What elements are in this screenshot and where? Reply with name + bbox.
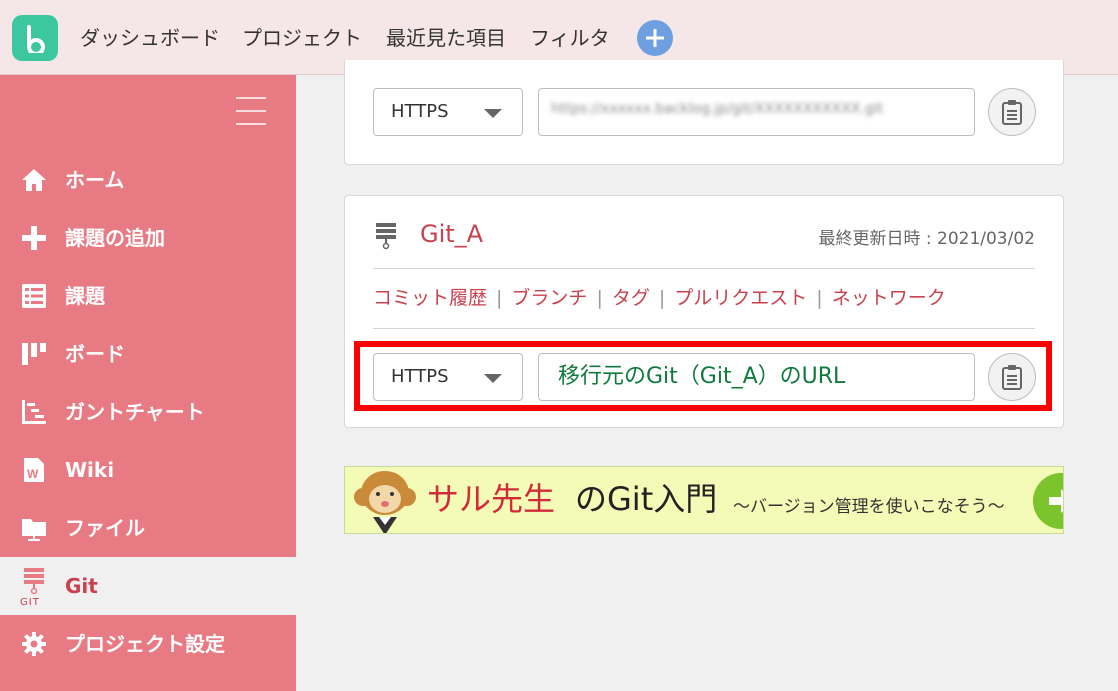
repo-card-top: HTTPS https://xxxxxx.backlog.jp/git/XXXX…: [344, 60, 1064, 165]
tag-link[interactable]: タグ: [612, 287, 650, 309]
sidebar-item-label: ボード: [65, 342, 125, 366]
separator: |: [596, 287, 603, 309]
banner-title: のGit入門: [575, 480, 718, 518]
arrow-right-icon[interactable]: [1033, 473, 1063, 529]
home-icon: [22, 169, 46, 191]
clone-url-field[interactable]: https://xxxxxx.backlog.jp/git/XXXXXXXXXX…: [538, 88, 975, 136]
repo-name-link[interactable]: Git_A: [420, 218, 483, 250]
arrow-glyph: [1049, 489, 1063, 513]
last-updated: 最終更新日時 : 2021/03/02: [818, 229, 1035, 249]
backlog-logo-icon[interactable]: [12, 15, 58, 61]
sidebar-item-wiki[interactable]: W Wiki: [0, 441, 296, 499]
sidebar-item-label: ガントチャート: [65, 400, 205, 424]
pull-request-link[interactable]: プルリクエスト: [674, 287, 807, 309]
add-button[interactable]: [637, 20, 673, 56]
folder-icon: [22, 519, 46, 541]
sidebar-item-gantt[interactable]: ガントチャート: [0, 383, 296, 441]
clone-url-blurred: https://xxxxxx.backlog.jp/git/XXXXXXXXXX…: [551, 101, 884, 117]
menu-toggle-icon[interactable]: [236, 97, 266, 125]
clipboard-icon: [1002, 100, 1022, 125]
sidebar-item-label: Wiki: [65, 458, 115, 482]
svg-text:W: W: [27, 467, 39, 481]
nav-project[interactable]: プロジェクト: [242, 25, 362, 51]
sidebar-item-label: Git: [65, 574, 98, 598]
sidebar-item-git[interactable]: GIT Git: [0, 557, 296, 615]
banner-title-red: サル先生: [427, 480, 556, 518]
network-link[interactable]: ネットワーク: [832, 287, 946, 309]
branch-link[interactable]: ブランチ: [511, 287, 587, 309]
git-tutorial-banner[interactable]: サル先生 のGit入門 〜バージョン管理を使いこなそう〜: [344, 466, 1064, 534]
chevron-down-icon: [484, 109, 502, 118]
sidebar-item-add-issue[interactable]: 課題の追加: [0, 209, 296, 267]
repo-icon: [376, 223, 396, 250]
sidebar-item-label: プロジェクト設定: [65, 632, 225, 656]
sidebar-item-label: 課題の追加: [65, 226, 165, 250]
git-sub-label: GIT: [20, 597, 40, 608]
nav-filter[interactable]: フィルタ: [530, 25, 610, 51]
plus-icon: [22, 226, 46, 250]
gantt-icon: [22, 400, 46, 424]
separator: |: [816, 287, 823, 309]
separator: |: [496, 287, 503, 309]
banner-subtitle: 〜バージョン管理を使いこなそう〜: [733, 497, 1005, 517]
sidebar: ホーム 課題の追加 課題 ボード ガントチャート W Wiki ファイル GIT…: [0, 75, 296, 691]
monkey-mascot-icon: [354, 471, 416, 533]
nav-dashboard[interactable]: ダッシュボード: [80, 25, 220, 51]
gear-icon: [22, 632, 46, 656]
separator: |: [658, 287, 666, 309]
plus-icon: [646, 29, 664, 47]
wiki-icon: W: [24, 458, 44, 482]
sidebar-item-label: ホーム: [65, 168, 125, 192]
repo-links: コミット履歴 | ブランチ | タグ | プルリクエスト | ネットワーク: [373, 285, 946, 311]
sidebar-item-label: ファイル: [65, 516, 145, 540]
highlight-box: [354, 341, 1052, 411]
protocol-select[interactable]: HTTPS: [373, 88, 523, 136]
divider: [373, 328, 1035, 329]
protocol-value: HTTPS: [391, 101, 449, 122]
sidebar-item-home[interactable]: ホーム: [0, 151, 296, 209]
sidebar-item-label: 課題: [65, 284, 105, 308]
b-letter-icon: [27, 25, 46, 53]
sidebar-item-project-settings[interactable]: プロジェクト設定: [0, 615, 296, 673]
list-icon: [22, 284, 46, 308]
sidebar-item-issues[interactable]: 課題: [0, 267, 296, 325]
commit-history-link[interactable]: コミット履歴: [373, 287, 487, 309]
sidebar-item-files[interactable]: ファイル: [0, 499, 296, 557]
copy-url-button[interactable]: [988, 88, 1036, 136]
board-icon: [22, 343, 46, 365]
git-icon: [24, 568, 44, 595]
nav-recent-items[interactable]: 最近見た項目: [386, 25, 506, 51]
sidebar-item-board[interactable]: ボード: [0, 325, 296, 383]
divider: [373, 268, 1035, 269]
